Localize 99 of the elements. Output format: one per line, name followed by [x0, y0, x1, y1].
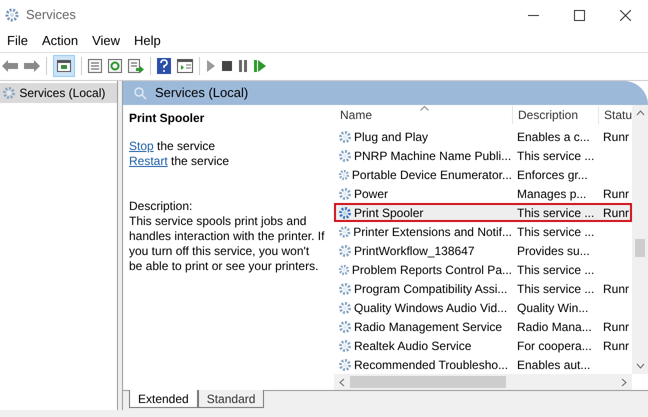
table-cell-text: Enables aut... [516, 356, 592, 374]
table-cell-text: This service ... [516, 148, 596, 164]
table-row[interactable]: Realtek Audio Service For coopera... Runr [334, 336, 632, 355]
table-cell-text: Plug and Play [354, 128, 428, 146]
table-row[interactable]: Plug and Play Enables a c... Runr [334, 127, 632, 146]
action-link[interactable]: Stop [129, 139, 154, 153]
vertical-scrollbar[interactable] [632, 105, 648, 374]
tab[interactable]: Extended [129, 390, 198, 408]
forward-arrow-icon[interactable] [24, 60, 40, 72]
tab[interactable]: Standard [198, 390, 264, 408]
table-cell: Runr [603, 206, 630, 220]
service-title: Print Spooler [129, 111, 206, 126]
gear-icon [4, 7, 20, 23]
table-cell-text: Portable Device Enumerator... [352, 166, 512, 184]
table-cell: Runr [603, 186, 630, 200]
gear-icon [338, 168, 350, 182]
table-cell-text: Manages p... [516, 186, 588, 202]
table-cell-text: Problem Reports Control Pa... [352, 262, 512, 278]
scroll-thumb[interactable] [350, 376, 506, 388]
start-icon[interactable] [206, 60, 216, 72]
action-text: Restart the service [129, 154, 230, 169]
horizontal-scrollbar[interactable] [334, 374, 632, 390]
table-cell: Runr [603, 282, 630, 296]
gear-icon [338, 338, 352, 352]
gear-icon [338, 186, 352, 200]
table-cell: Runr [603, 130, 630, 144]
window-title: Services [26, 6, 76, 24]
maximize-icon [574, 10, 584, 20]
table-cell-text: For coopera... [516, 338, 593, 354]
description-text: This service spools print jobs and handles interaction with the printer. If you turn off this service, you won't be able to print or see your printers. [129, 214, 325, 274]
menu-item[interactable]: View [87, 31, 126, 51]
gear-icon [338, 320, 352, 334]
table-row[interactable]: PNRP Machine Name Publi... This service ... [334, 146, 632, 165]
table-cell: Runr [603, 338, 630, 352]
console-tree-toggle[interactable] [53, 54, 75, 76]
table-cell-text: This service ... [516, 280, 596, 298]
table-row[interactable]: Printer Extensions and Notif... This service ... [334, 222, 632, 241]
gear-icon [2, 86, 16, 100]
table-cell-text: This service ... [516, 204, 596, 222]
back-arrow-icon[interactable] [2, 60, 18, 72]
window-pane-icon[interactable] [177, 58, 193, 72]
close-icon [620, 10, 630, 20]
properties-icon[interactable] [88, 58, 102, 72]
gear-icon [338, 148, 352, 162]
gear-icon [338, 130, 352, 144]
refresh-icon[interactable] [108, 58, 122, 72]
table-row[interactable]: Recommended Troublesho... Enables aut... [334, 355, 632, 374]
table-cell-text: This service ... [516, 262, 596, 278]
tree-item[interactable]: Services (Local) [0, 83, 117, 103]
menu-item[interactable]: Help [129, 31, 166, 51]
search-icon [133, 86, 147, 100]
sort-caret-icon [420, 106, 429, 111]
table-cell-text: Printer Extensions and Notif... [353, 224, 512, 240]
gear-icon [338, 206, 352, 220]
table-cell-text: Quality Windows Audio Vid... [354, 300, 508, 316]
action-link[interactable]: Restart [129, 154, 168, 168]
table-row[interactable]: Quality Windows Audio Vid... Quality Win... [334, 298, 632, 317]
pause-icon[interactable] [238, 60, 248, 72]
table-cell-text: Recommended Troublesho... [354, 356, 508, 374]
stop-icon[interactable] [222, 60, 232, 70]
gear-icon [338, 224, 352, 238]
column-header[interactable]: Description [512, 106, 598, 124]
table-cell-text: Provides su... [516, 242, 591, 260]
table-cell-text: Realtek Audio Service [354, 338, 472, 354]
table-cell-text: Radio Mana... [516, 318, 593, 336]
table-cell-text: Program Compatibility Assi... [354, 280, 508, 298]
gear-icon [338, 300, 352, 314]
table-cell-text: Print Spooler [354, 204, 424, 222]
window-pane-icon [57, 60, 71, 72]
table-row[interactable]: PrintWorkflow_138647 Provides su... [334, 241, 632, 260]
gear-icon [338, 244, 352, 258]
menu-item[interactable]: File [2, 31, 33, 51]
gear-icon [338, 358, 352, 372]
panel-title: Services (Local) [155, 84, 248, 102]
table-cell: Runr [603, 320, 630, 334]
table-cell-text: PNRP Machine Name Publi... [354, 148, 512, 164]
gear-icon [338, 262, 350, 276]
table-row[interactable]: Power Manages p... Runr [334, 184, 632, 203]
selected-row[interactable]: Print Spooler This service ... Runr [334, 203, 632, 222]
scroll-thumb[interactable] [635, 239, 645, 257]
table-cell-text: Enables a c... [516, 128, 591, 146]
export-list-icon[interactable] [128, 58, 144, 72]
table-row[interactable]: Problem Reports Control Pa... This service ... [334, 260, 632, 279]
table-row[interactable]: Program Compatibility Assi... This service ... Runr [334, 279, 632, 298]
table-cell-text: Enforces gr... [516, 166, 589, 184]
table-row[interactable]: Portable Device Enumerator... Enforces gr... [334, 165, 632, 184]
table-cell-text: PrintWorkflow_138647 [354, 242, 475, 260]
gear-icon [338, 282, 352, 296]
table-cell-text: Quality Win... [516, 300, 590, 316]
table-row[interactable]: Radio Management Service Radio Mana... Runr [334, 317, 632, 336]
resume-icon[interactable] [254, 60, 266, 72]
table-cell-text: Power [354, 186, 388, 202]
help-icon[interactable] [157, 58, 171, 74]
table-cell-text: Radio Management Service [354, 318, 502, 336]
description-label: Description: [129, 199, 194, 214]
action-text: Stop the service [129, 139, 216, 154]
column-header[interactable]: Name [334, 106, 512, 124]
table-cell-text: This service ... [516, 224, 596, 240]
menu-item[interactable]: Action [36, 31, 84, 51]
